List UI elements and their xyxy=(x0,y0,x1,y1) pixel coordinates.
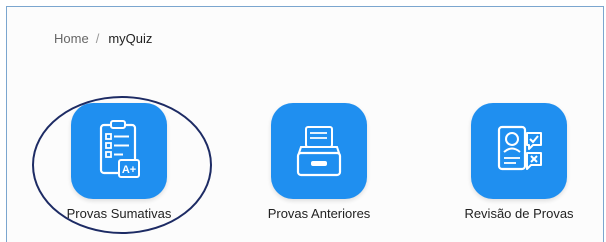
breadcrumb: Home / myQuiz xyxy=(54,31,152,46)
breadcrumb-separator: / xyxy=(95,31,100,46)
breadcrumb-current: myQuiz xyxy=(108,31,153,46)
provas-sumativas-tile[interactable]: A+ xyxy=(71,103,167,199)
revisao-de-provas-label[interactable]: Revisão de Provas xyxy=(464,206,573,221)
svg-text:A+: A+ xyxy=(122,164,136,176)
provas-anteriores-label[interactable]: Provas Anteriores xyxy=(268,206,371,221)
provas-anteriores-tile[interactable] xyxy=(271,103,367,199)
file-archive-icon xyxy=(296,126,342,177)
breadcrumb-home-link[interactable]: Home xyxy=(54,31,89,46)
review-profile-icon xyxy=(497,125,542,171)
provas-sumativas-label[interactable]: Provas Sumativas xyxy=(67,206,172,221)
graded-test-icon: A+ xyxy=(99,120,140,178)
revisao-de-provas-tile[interactable] xyxy=(471,103,567,199)
